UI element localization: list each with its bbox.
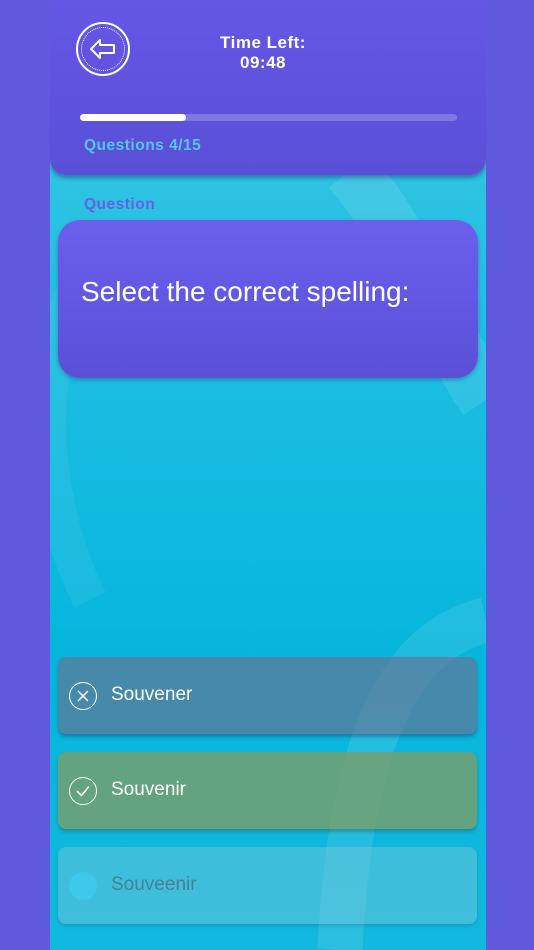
answer-option-1[interactable]: Souvener [58,657,477,734]
answer-option-2[interactable]: Souvenir [58,752,477,829]
progress-bar [80,114,457,121]
x-circle-icon [69,682,97,710]
answer-option-label: Souvener [111,684,193,705]
question-label: Question [84,196,156,213]
circle-dot-icon [69,872,97,900]
back-button[interactable] [76,22,130,76]
answer-option-3[interactable]: Souveenir [58,847,477,924]
quiz-header: Time Left: 09:48 Questions 4/15 [50,0,486,175]
check-circle-icon [69,777,97,805]
quiz-screen: Time Left: 09:48 Questions 4/15 Question… [50,0,486,950]
timer: Time Left: 09:48 [190,33,336,73]
answer-option-label: Souvenir [111,779,186,800]
timer-value: 09:48 [240,53,286,72]
progress-bar-fill [80,114,186,121]
answer-option-label: Souveenir [111,874,197,895]
questions-count: Questions 4/15 [84,137,202,154]
back-button-ring [81,27,125,71]
question-text: Select the correct spelling: [81,276,410,307]
timer-label: Time Left: [220,33,306,52]
question-card: Select the correct spelling: [58,220,478,378]
